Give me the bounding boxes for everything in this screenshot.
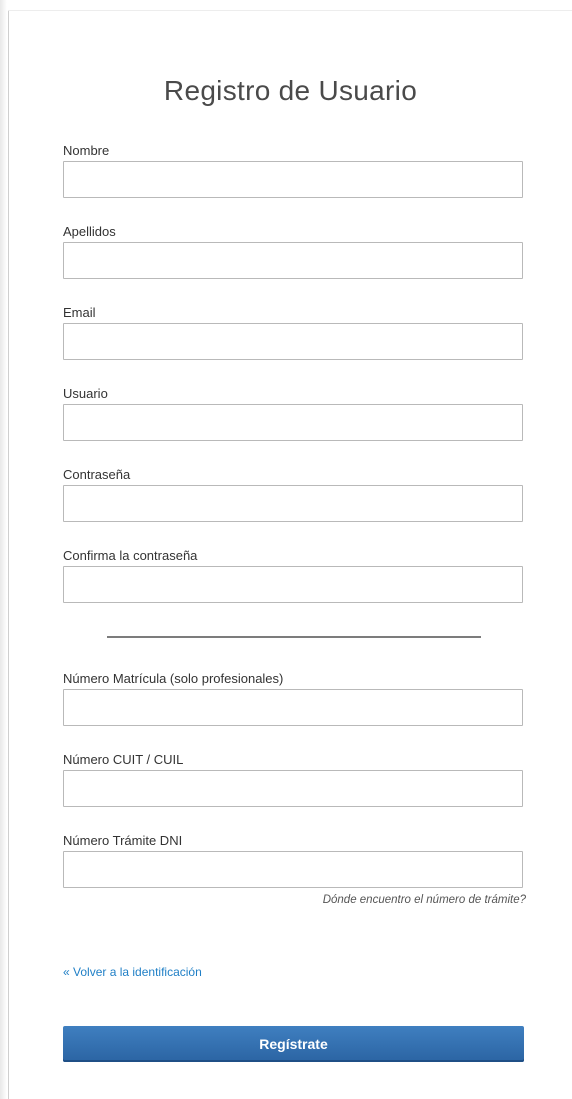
cuit-cuil-input[interactable] — [63, 770, 523, 807]
password-input[interactable] — [63, 485, 523, 522]
dni-procedure-label: Número Trámite DNI — [63, 833, 183, 848]
cuit-cuil-label: Número CUIT / CUIL — [63, 752, 184, 767]
procedure-number-help-link[interactable]: Dónde encuentro el número de trámite? — [323, 894, 526, 906]
section-divider — [107, 636, 481, 638]
username-input[interactable] — [63, 404, 523, 441]
email-input[interactable] — [63, 323, 523, 360]
back-to-login-link[interactable]: « Volver a la identificación — [63, 965, 202, 979]
first-name-label: Nombre — [63, 143, 110, 158]
page-title: Registro de Usuario — [163, 75, 418, 106]
license-number-label: Número Matrícula (solo profesionales) — [63, 671, 284, 686]
page-shadow — [0, 0, 7, 1099]
last-name-label: Apellidos — [63, 224, 116, 239]
registration-form: Registro de Usuario Nombre Apellidos Ema… — [9, 11, 572, 1099]
last-name-input[interactable] — [63, 242, 523, 279]
dni-procedure-input[interactable] — [63, 851, 523, 888]
register-button[interactable]: Regístrate — [63, 1026, 524, 1062]
password-label: Contraseña — [63, 467, 131, 482]
username-label: Usuario — [63, 386, 108, 401]
confirm-password-input[interactable] — [63, 566, 523, 603]
email-label: Email — [63, 305, 96, 320]
first-name-input[interactable] — [63, 161, 523, 198]
confirm-password-label: Confirma la contraseña — [63, 548, 198, 563]
license-number-input[interactable] — [63, 689, 523, 726]
